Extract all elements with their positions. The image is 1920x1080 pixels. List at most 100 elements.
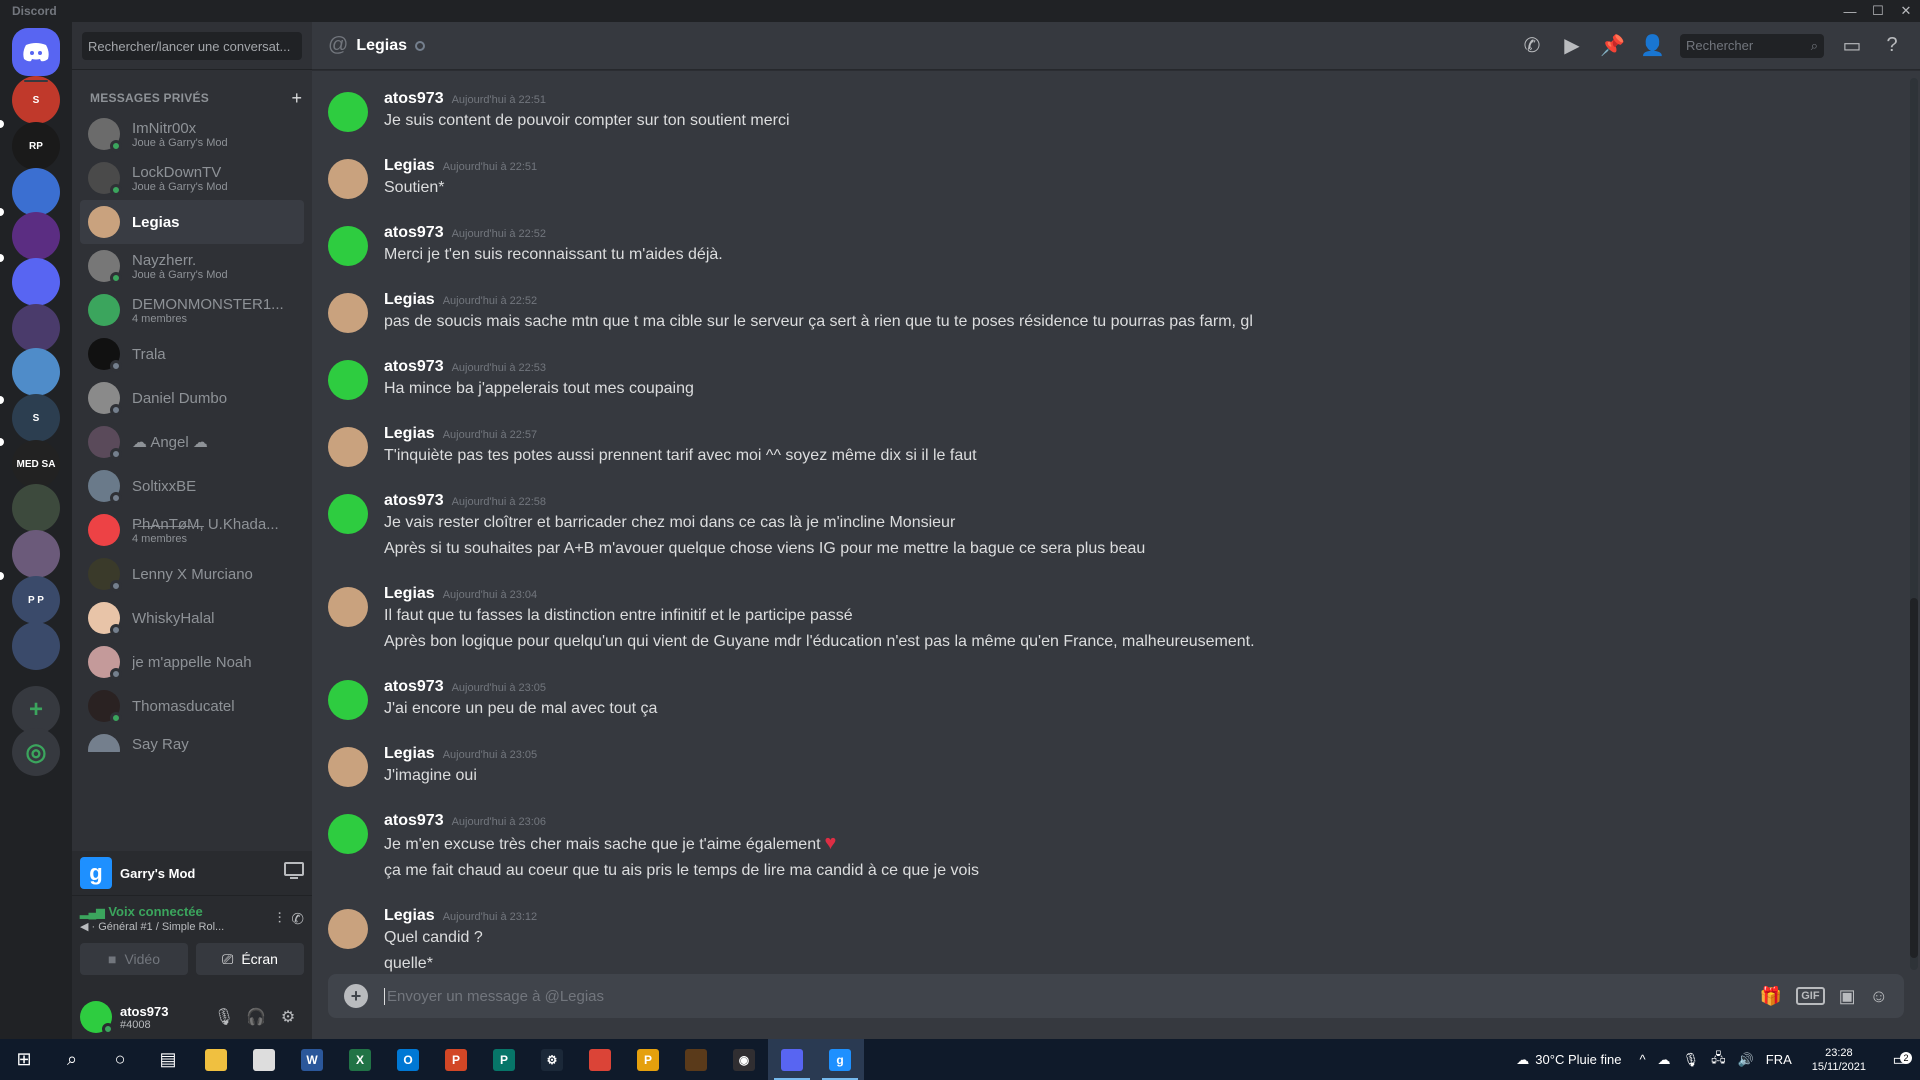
add-friend-icon[interactable]: 👤 — [1640, 33, 1665, 58]
avatar[interactable] — [328, 814, 368, 854]
volume-icon[interactable]: 🔊 — [1738, 1052, 1754, 1068]
message-author[interactable]: atos973 — [384, 358, 444, 376]
server-icon-server-anime[interactable] — [12, 304, 60, 352]
taskbar-minecraft-icon[interactable] — [672, 1039, 720, 1080]
avatar[interactable] — [328, 360, 368, 400]
maximize-button[interactable]: ☐ — [1864, 0, 1892, 22]
avatar[interactable] — [80, 1001, 114, 1035]
video-call-icon[interactable]: ▶ — [1560, 33, 1584, 58]
voice-channel[interactable]: ◀ · Général #1 / Simple Rol... — [80, 920, 268, 933]
server-icon-server-folder-mix[interactable] — [12, 622, 60, 670]
header-search-input[interactable]: Rechercher ⌕ — [1680, 33, 1824, 58]
add-attachment-icon[interactable]: + — [344, 984, 368, 1008]
message-author[interactable]: Legias — [384, 291, 435, 309]
taskbar-discord-icon[interactable] — [768, 1039, 816, 1080]
dm-item[interactable]: WhiskyHalal — [80, 596, 304, 640]
headphones-icon[interactable]: 🎧 — [240, 1007, 272, 1027]
taskbar-explorer-icon[interactable] — [192, 1039, 240, 1080]
avatar[interactable] — [328, 159, 368, 199]
avatar[interactable] — [328, 226, 368, 266]
avatar[interactable] — [328, 293, 368, 333]
voice-call-icon[interactable]: ✆ — [1520, 33, 1544, 58]
taskbar-task-view-icon[interactable]: ▤ — [144, 1039, 192, 1080]
dm-item[interactable]: Nayzherr. Joue à Garry's Mod — [80, 244, 304, 288]
taskbar-outlook-icon[interactable]: O — [384, 1039, 432, 1080]
video-button[interactable]: ■ Vidéo — [80, 943, 188, 975]
taskbar-garrys-mod-icon[interactable]: g — [816, 1039, 864, 1080]
server-icon-server-blue[interactable] — [12, 168, 60, 216]
inbox-icon[interactable]: ▭ — [1840, 33, 1864, 58]
taskbar-start-icon[interactable]: ⊞ — [0, 1039, 48, 1080]
gif-button[interactable]: GIF — [1796, 987, 1825, 1005]
server-icon-server-purple[interactable] — [12, 212, 60, 260]
dm-item[interactable]: Legias — [80, 200, 304, 244]
scrollbar[interactable] — [1910, 78, 1918, 970]
noise-suppression-icon[interactable]: ⫶ — [278, 910, 282, 927]
taskbar-obs-icon[interactable]: ◉ — [720, 1039, 768, 1080]
server-icon-server-sp[interactable]: S — [12, 76, 60, 124]
message-author[interactable]: Legias — [384, 745, 435, 763]
scrollbar-thumb[interactable] — [1910, 598, 1918, 958]
stream-screen-icon[interactable] — [284, 861, 304, 885]
create-dm-icon[interactable]: + — [291, 89, 302, 107]
message-author[interactable]: atos973 — [384, 224, 444, 242]
taskbar-powerpoint-icon[interactable]: P — [432, 1039, 480, 1080]
dm-item[interactable]: DEMONMONSTER1... 4 membres — [80, 288, 304, 332]
chevron-up-icon[interactable]: ^ — [1639, 1052, 1645, 1067]
language-indicator[interactable]: FRA — [1766, 1052, 1792, 1067]
home-button[interactable] — [12, 28, 60, 76]
dm-item[interactable]: LockDownTV Joue à Garry's Mod — [80, 156, 304, 200]
help-icon[interactable]: ? — [1880, 34, 1904, 57]
gift-icon[interactable]: 🎁 — [1760, 986, 1782, 1007]
server-icon-server-folder-p[interactable]: P P — [12, 576, 60, 624]
server-icon-folder[interactable] — [12, 258, 60, 306]
avatar[interactable] — [328, 680, 368, 720]
dm-item[interactable]: ☁ Angel ☁ — [80, 420, 304, 464]
dm-item[interactable]: Daniel Dumbo — [80, 376, 304, 420]
message-author[interactable]: Legias — [384, 157, 435, 175]
taskbar-chrome-icon[interactable] — [576, 1039, 624, 1080]
server-icon-server-gallery[interactable] — [12, 530, 60, 578]
dm-item[interactable]: P̶h̶A̶n̶T̶ø̶M̶, U.Khada... 4 membres — [80, 508, 304, 552]
dm-item[interactable]: SoltixxBE — [80, 464, 304, 508]
network-icon[interactable]: 🖧 — [1711, 1049, 1726, 1071]
dm-item[interactable]: Say Ray Joue à GeForce NOW — [80, 728, 304, 752]
message-author[interactable]: atos973 — [384, 492, 444, 510]
dm-search-input[interactable]: Rechercher/lancer une conversat... — [82, 32, 302, 60]
disconnect-icon[interactable]: ✆ — [291, 910, 304, 928]
taskbar-plex-icon[interactable]: P — [624, 1039, 672, 1080]
taskbar-search-icon[interactable]: ⌕ — [48, 1039, 96, 1080]
dm-item[interactable]: Lenny X Murciano — [80, 552, 304, 596]
avatar[interactable] — [328, 587, 368, 627]
avatar[interactable] — [328, 909, 368, 949]
clock[interactable]: 23:28 15/11/2021 — [1812, 1046, 1866, 1074]
server-icon-server-sp2[interactable]: S — [12, 394, 60, 442]
avatar[interactable] — [328, 92, 368, 132]
message-input[interactable]: Envoyer un message à @Legias — [384, 987, 1746, 1005]
dm-item[interactable]: ImNitr00x Joue à Garry's Mod — [80, 112, 304, 156]
server-icon-server-medsa[interactable]: MED SA — [12, 440, 60, 488]
close-button[interactable]: ✕ — [1892, 0, 1920, 22]
avatar[interactable] — [328, 427, 368, 467]
server-icon-server-street[interactable] — [12, 484, 60, 532]
avatar[interactable] — [328, 747, 368, 787]
minimize-button[interactable]: — — [1836, 0, 1864, 22]
message-author[interactable]: Legias — [384, 907, 435, 925]
dm-item[interactable]: Trala — [80, 332, 304, 376]
server-icon-server-family[interactable] — [12, 348, 60, 396]
avatar[interactable] — [328, 494, 368, 534]
weather-widget[interactable]: ☁ 30°C Pluie fine — [1516, 1052, 1621, 1068]
explore-servers-button[interactable]: ◎ — [12, 728, 60, 776]
dm-item[interactable]: Thomasducatel — [80, 684, 304, 728]
message-author[interactable]: Legias — [384, 425, 435, 443]
sticker-icon[interactable]: ▣ — [1839, 986, 1856, 1007]
taskbar-publisher-icon[interactable]: P — [480, 1039, 528, 1080]
pin-icon[interactable]: 📌 — [1600, 33, 1625, 58]
add-server-button[interactable]: + — [12, 686, 60, 734]
taskbar-store-icon[interactable] — [240, 1039, 288, 1080]
microphone-icon[interactable]: 🎙 — [208, 1007, 240, 1027]
onedrive-icon[interactable]: ☁ — [1658, 1052, 1671, 1068]
microphone-tray-icon[interactable]: 🎙 — [1683, 1052, 1700, 1068]
screen-share-button[interactable]: ⎚ Écran — [196, 943, 304, 975]
dm-item[interactable]: je m'appelle Noah — [80, 640, 304, 684]
